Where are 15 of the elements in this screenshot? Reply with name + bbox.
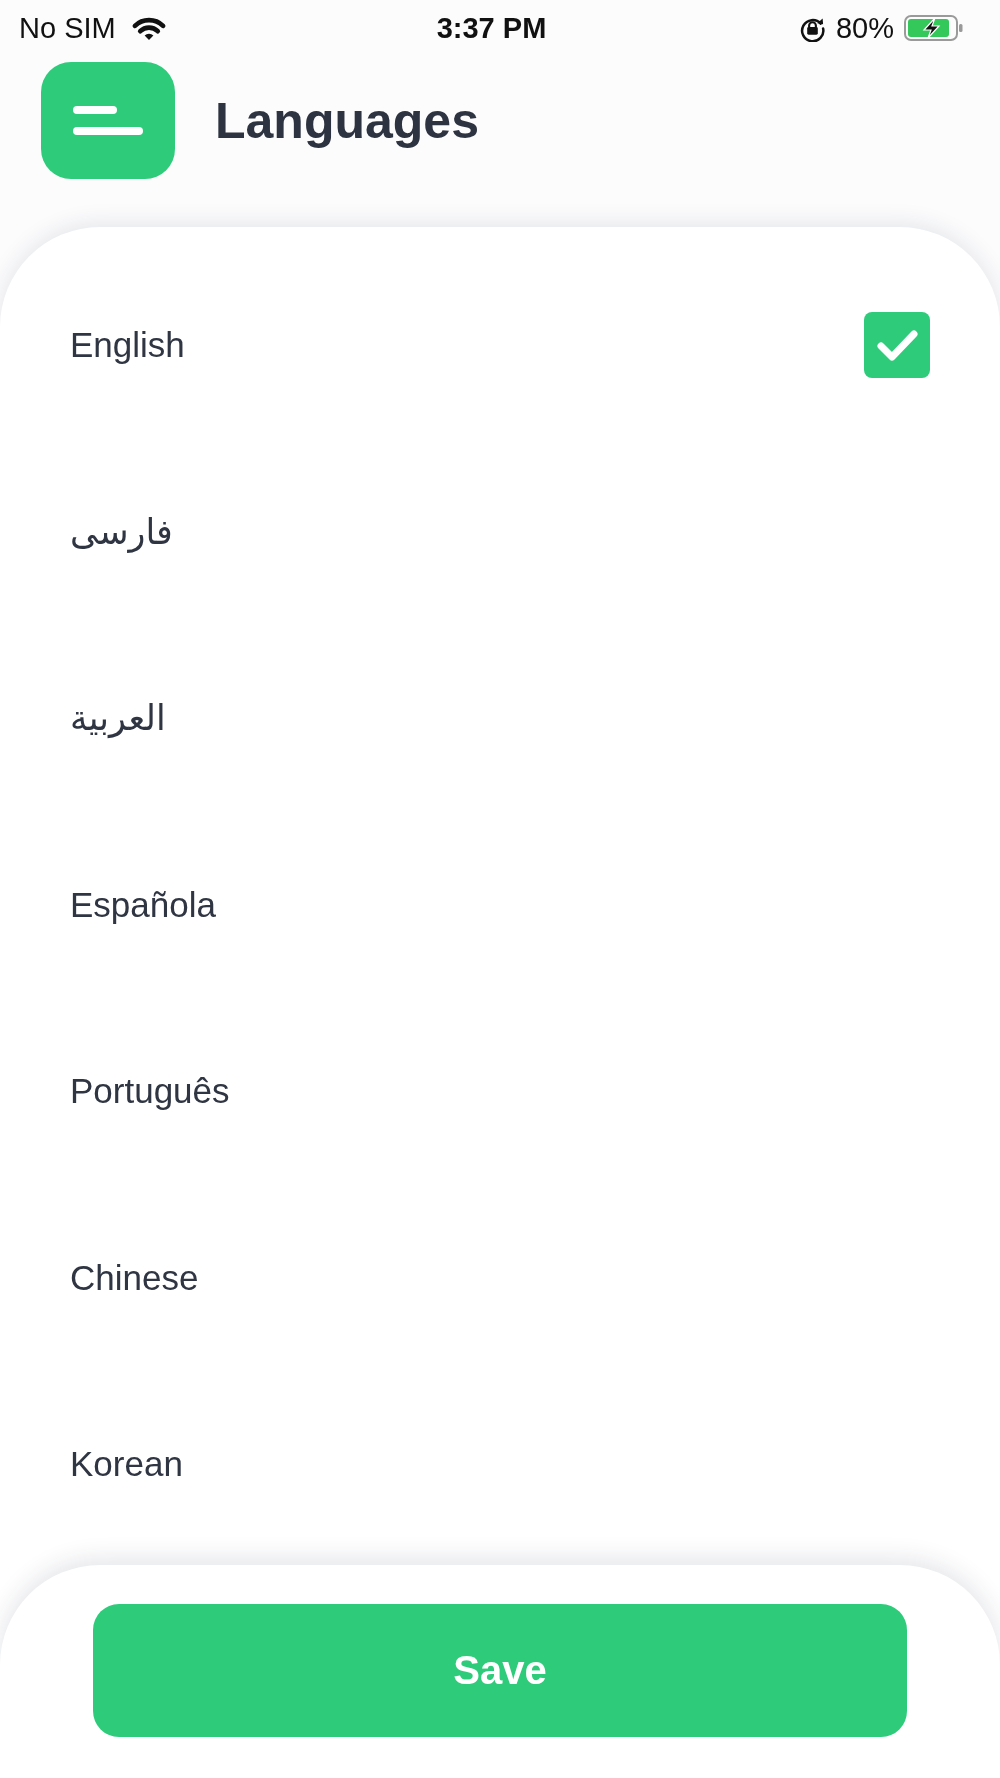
battery-icon xyxy=(904,15,964,41)
battery-percentage: 80% xyxy=(835,11,894,45)
menu-button[interactable] xyxy=(41,62,175,179)
language-option[interactable]: Chinese xyxy=(70,1257,199,1298)
menu-icon xyxy=(73,106,143,135)
language-option[interactable]: العربية xyxy=(70,698,166,739)
carrier-label: No SIM xyxy=(19,11,116,45)
language-option[interactable]: Português xyxy=(70,1071,230,1112)
clock-time: 3:37 PM xyxy=(436,11,547,45)
language-option[interactable]: English xyxy=(70,325,185,366)
language-option[interactable]: فارسی xyxy=(70,511,173,552)
page-title: Languages xyxy=(215,91,479,150)
language-option[interactable]: Korean xyxy=(70,1444,183,1485)
language-option[interactable]: Española xyxy=(70,884,216,925)
checkbox[interactable] xyxy=(864,312,930,379)
